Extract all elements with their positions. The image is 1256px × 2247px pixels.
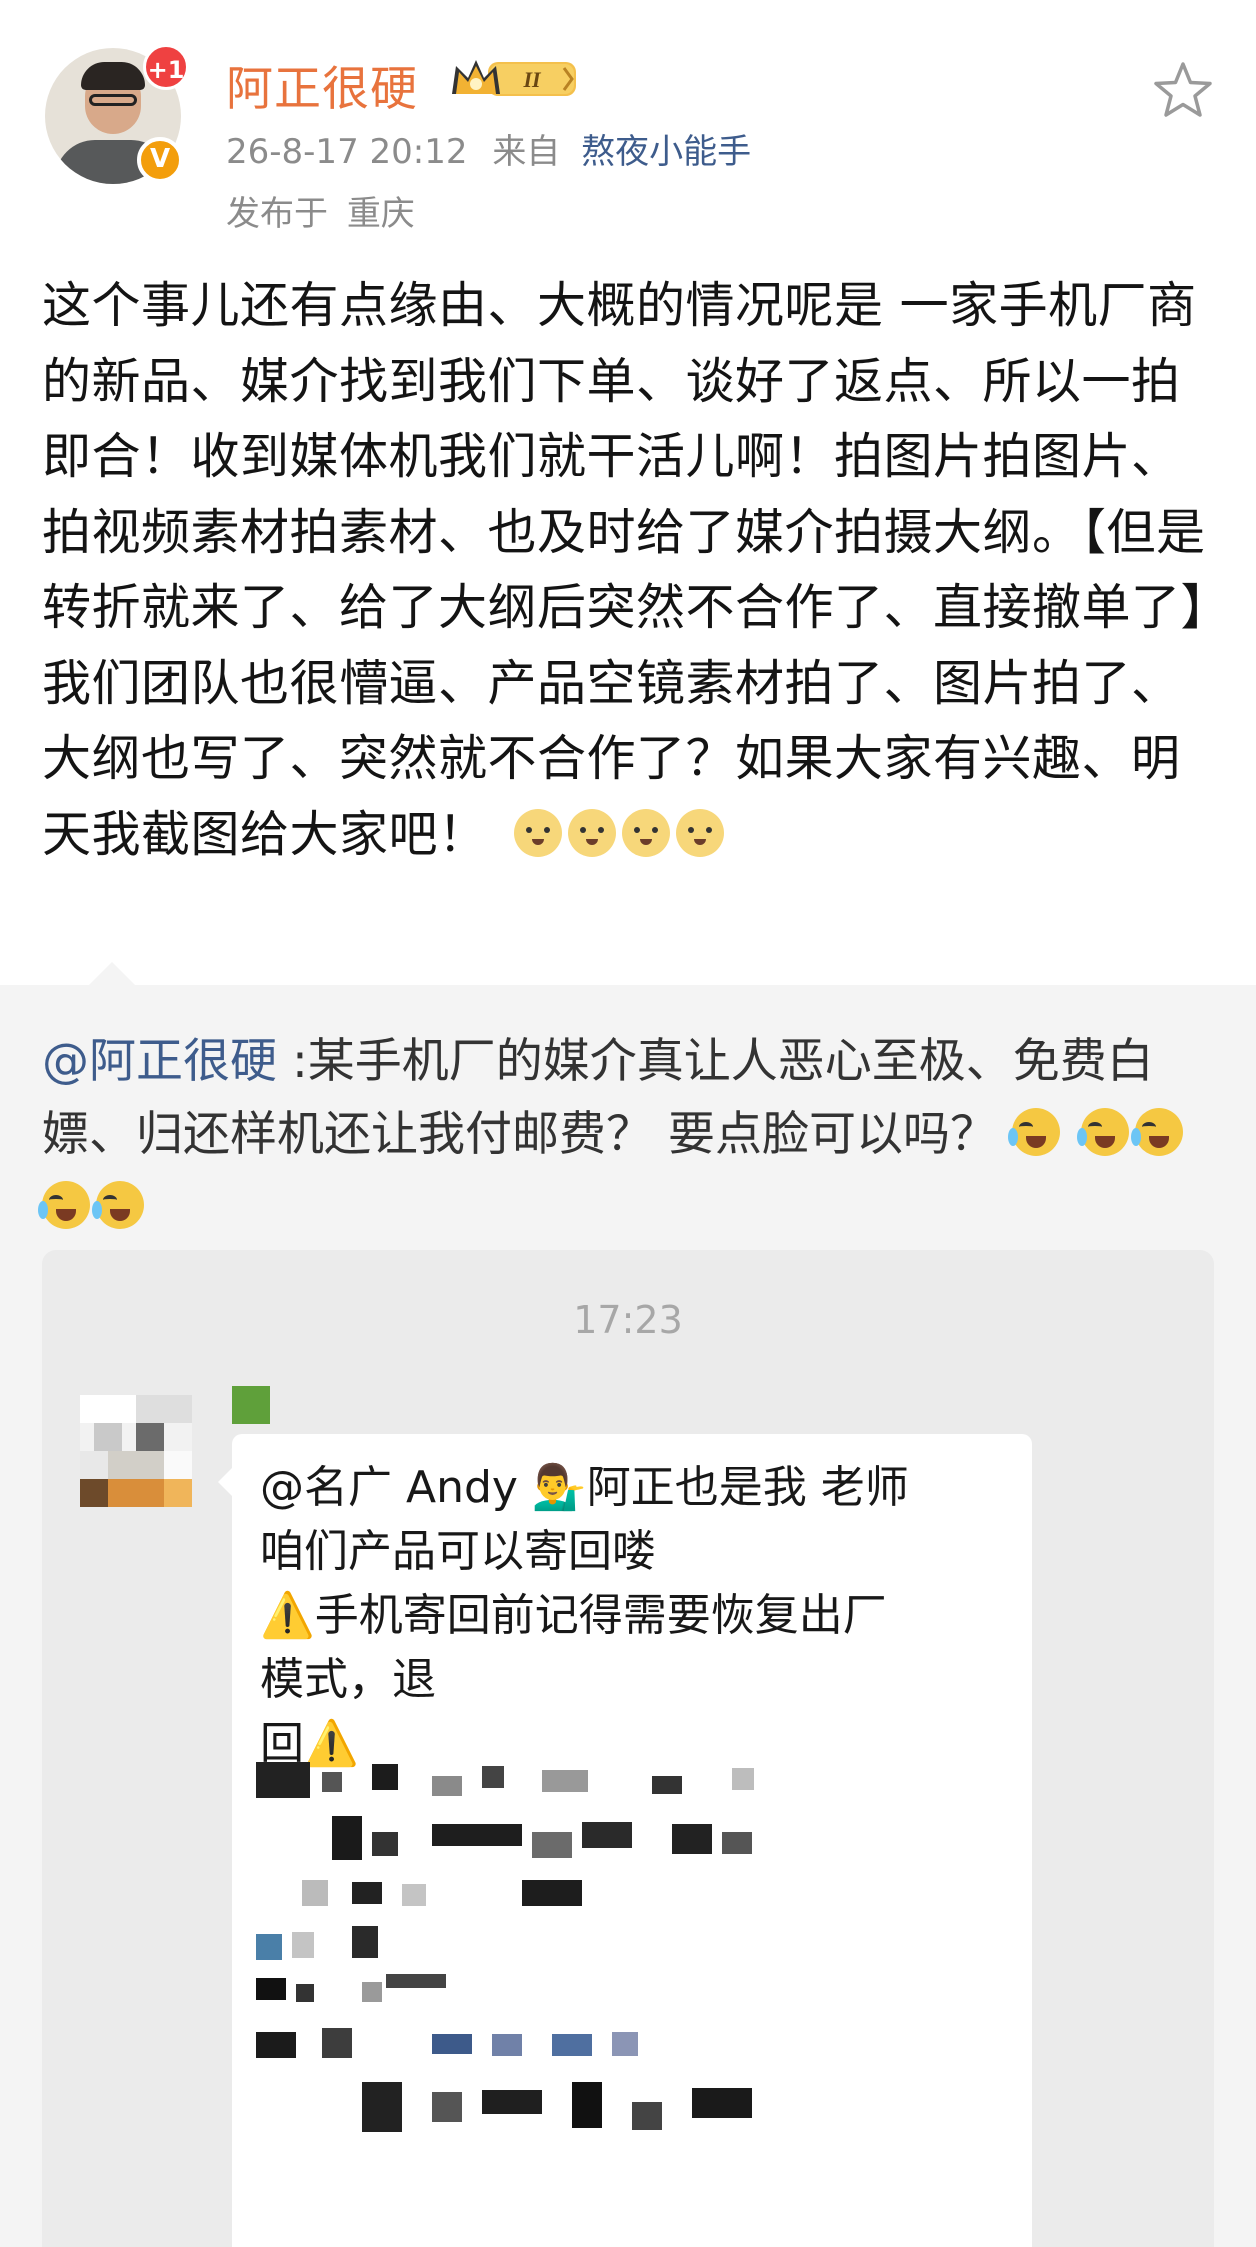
chat-line: 模式，退 [260, 1654, 436, 1705]
chat-message-text: @名广 Andy 💁‍♂️阿正也是我 老师 咱们产品可以寄回喽 ⚠️手机寄回前记… [260, 1456, 1020, 1776]
redacted-mosaic [252, 1752, 1022, 2247]
post-location: 发布于 重庆 [226, 186, 415, 235]
vip-crown-badge-icon[interactable]: II [448, 56, 580, 100]
vip-level-text: II [522, 67, 542, 92]
source-link[interactable]: 熬夜小能手 [581, 132, 751, 172]
laugh-cry-emoji-icon [92, 1181, 144, 1229]
location-name: 重庆 [346, 194, 415, 234]
post-body: 这个事儿还有点缘由、大概的情况呢是 一家手机厂商的新品、媒介找到我们下单、谈好了… [42, 268, 1222, 872]
chat-screenshot-image[interactable]: 17:23 @名广 Andy 💁‍♂️阿正也是我 老师 咱们产品可以寄回喽 ⚠️… [42, 1250, 1214, 2247]
avatar-hair [81, 62, 145, 90]
laugh-cry-emoji-icon [1007, 1108, 1060, 1156]
repost-caret [88, 962, 136, 986]
chat-line: @名广 Andy 💁‍♂️阿正也是我 老师 [260, 1462, 909, 1513]
laugh-cry-emoji-icon [1130, 1108, 1183, 1156]
doge-emoji-icon [513, 808, 562, 857]
chat-message-bubble: @名广 Andy 💁‍♂️阿正也是我 老师 咱们产品可以寄回喽 ⚠️手机寄回前记… [232, 1434, 1032, 2247]
chat-line: 咱们产品可以寄回喽 [260, 1526, 656, 1577]
source-prefix: 来自 [492, 132, 561, 172]
post-header: +1 V 阿正很硬 II 26-8-17 20:12 来自 熬夜小能手 发布于 … [0, 0, 1256, 240]
doge-emoji-icon [621, 808, 670, 857]
repost-body: @阿正很硬 :某手机厂的媒介真让人恶心至极、免费白嫖、归还样机还让我付邮费？ 要… [38, 1025, 1222, 1244]
doge-emoji-icon [567, 808, 616, 857]
laugh-cry-emoji-icon [1076, 1108, 1129, 1156]
post-timestamp: 26-8-17 20:12 [226, 132, 468, 172]
username[interactable]: 阿正很硬 [226, 50, 418, 119]
chat-sender-avatar-pixelated [80, 1395, 192, 1507]
chat-timestamp: 17:23 [573, 1298, 683, 1342]
doge-emoji-icon [675, 808, 724, 857]
laugh-cry-emoji-icon [38, 1181, 90, 1229]
favorite-star-icon[interactable] [1150, 58, 1216, 124]
location-prefix: 发布于 [226, 194, 328, 234]
repost-mention-link[interactable]: @阿正很硬 [42, 1034, 277, 1089]
sender-name-pixelated [232, 1386, 270, 1424]
avatar-glasses [89, 94, 137, 106]
notification-badge: +1 [143, 44, 189, 90]
bubble-tail [218, 1468, 232, 1496]
chat-line: ⚠️手机寄回前记得需要恢复出厂 [260, 1590, 887, 1641]
verified-icon: V [137, 137, 183, 183]
post-meta: 26-8-17 20:12 来自 熬夜小能手 [226, 124, 751, 173]
post-body-text: 这个事儿还有点缘由、大概的情况呢是 一家手机厂商的新品、媒介找到我们下单、谈好了… [42, 277, 1206, 863]
